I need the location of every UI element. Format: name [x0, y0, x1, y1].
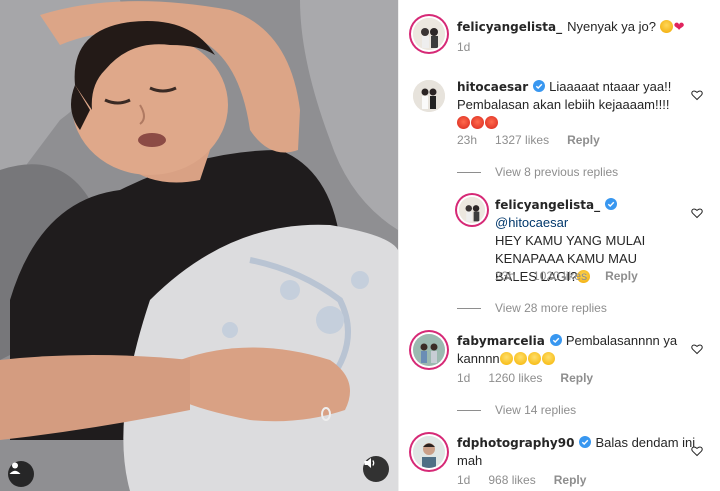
- caption-time[interactable]: 1d: [457, 40, 470, 54]
- comment-username[interactable]: fdphotography90: [457, 436, 574, 450]
- reply-button[interactable]: Reply: [605, 269, 638, 283]
- verified-badge-icon: [605, 198, 618, 210]
- comment-time[interactable]: 23h: [457, 133, 477, 147]
- upside-down-face-emoji: [659, 20, 673, 33]
- verified-badge-icon: [533, 80, 546, 92]
- post-caption: felicyangelista_ Nyenyak ya jo? ❤: [457, 18, 707, 36]
- reply-meta: 23h 1020 likes Reply: [495, 269, 638, 283]
- view-more-replies-label[interactable]: View 28 more replies: [495, 301, 607, 315]
- author-avatar[interactable]: [413, 18, 445, 50]
- verified-badge-icon: [579, 436, 592, 448]
- reply-mention[interactable]: @hitocaesar: [495, 215, 568, 230]
- angry-face-emoji: [457, 116, 470, 129]
- laughing-emoji: [541, 352, 555, 365]
- caption-text: Nyenyak ya jo?: [567, 19, 656, 34]
- comment-time[interactable]: 1d: [457, 473, 470, 487]
- comment-text-line2: Pembalasan akan lebiih kejaaaam!!!!: [457, 97, 670, 112]
- fdphotography90-avatar[interactable]: [413, 436, 445, 468]
- comment-meta: 1d 968 likes Reply: [457, 473, 586, 487]
- comment-text-line2: mah: [457, 453, 483, 468]
- comment-text-line1: Liaaaaat ntaaar yaa!!: [549, 79, 672, 94]
- comment-likes[interactable]: 1260 likes: [488, 371, 542, 385]
- reply-text-line2: KENAPAAA KAMU MAU: [495, 251, 638, 266]
- laughing-emoji: [513, 352, 527, 365]
- comment-meta: 1d 1260 likes Reply: [457, 371, 593, 385]
- volume-icon: [364, 458, 375, 468]
- view-replies-label[interactable]: View 8 previous replies: [495, 165, 618, 179]
- comment-username[interactable]: fabymarcelia: [457, 334, 545, 348]
- view-more-replies[interactable]: View 28 more replies: [457, 301, 607, 315]
- comment-time[interactable]: 1d: [457, 371, 470, 385]
- verified-badge-icon: [549, 334, 562, 346]
- laughing-emoji: [499, 352, 513, 365]
- user-tag-icon: [9, 462, 21, 474]
- comment-fdphotography90: fdphotography90 Balas dendam ini mah: [457, 434, 697, 470]
- view-replies[interactable]: View 14 replies: [457, 403, 576, 417]
- avatar-image: [459, 197, 485, 223]
- comment-text-line2: kannnn: [457, 351, 500, 366]
- angry-face-emoji: [471, 116, 484, 129]
- reply-text-line1: HEY KAMU YANG MULAI: [495, 233, 646, 248]
- red-heart-emoji: ❤: [673, 19, 685, 34]
- divider-line: [457, 409, 481, 411]
- reply-likes[interactable]: 1020 likes: [533, 269, 587, 283]
- comment-username[interactable]: hitocaesar: [457, 80, 528, 94]
- reply-button[interactable]: Reply: [554, 473, 587, 487]
- comment-text-line1: Balas dendam ini: [595, 435, 696, 450]
- heart-outline-icon[interactable]: [691, 445, 703, 457]
- avatar-image: [413, 18, 445, 50]
- divider-line: [457, 171, 481, 173]
- caption-username[interactable]: felicyangelista_: [457, 20, 562, 34]
- comment-text-line1: Pembalasannnn ya: [565, 333, 678, 348]
- sleeping-man-illustration: [0, 0, 398, 491]
- view-replies-label[interactable]: View 14 replies: [495, 403, 576, 417]
- fabymarcelia-avatar[interactable]: [413, 334, 445, 366]
- avatar-image: [413, 334, 445, 366]
- comment-likes[interactable]: 968 likes: [488, 473, 535, 487]
- comment-hitocaesar: hitocaesar Liaaaaat ntaaar yaa!! Pembalas…: [457, 78, 697, 132]
- comment-fabymarcelia: fabymarcelia Pembalasannnn ya kannnn: [457, 332, 697, 368]
- reply-button[interactable]: Reply: [560, 371, 593, 385]
- post-photo[interactable]: [0, 0, 398, 491]
- reply-author-avatar[interactable]: [459, 197, 485, 223]
- caption-meta: 1d: [457, 40, 470, 54]
- heart-outline-icon[interactable]: [691, 343, 703, 355]
- comment-meta: 23h 1327 likes Reply: [457, 133, 600, 147]
- divider-line: [457, 307, 481, 309]
- volume-button[interactable]: [363, 456, 389, 482]
- avatar-image: [413, 436, 445, 468]
- reply-button[interactable]: Reply: [567, 133, 600, 147]
- comments-panel: felicyangelista_ Nyenyak ya jo? ❤ 1d hito…: [398, 0, 720, 491]
- avatar-image: [413, 80, 445, 112]
- reply-username[interactable]: felicyangelista_: [495, 198, 600, 212]
- hitocaesar-avatar[interactable]: [413, 80, 445, 112]
- user-tag-button[interactable]: [8, 461, 34, 487]
- angry-face-emoji: [485, 116, 498, 129]
- view-previous-replies[interactable]: View 8 previous replies: [457, 165, 618, 179]
- reply-time[interactable]: 23h: [495, 269, 515, 283]
- laughing-emoji: [527, 352, 541, 365]
- comment-likes[interactable]: 1327 likes: [495, 133, 549, 147]
- heart-outline-icon[interactable]: [691, 207, 703, 219]
- heart-outline-icon[interactable]: [691, 89, 703, 101]
